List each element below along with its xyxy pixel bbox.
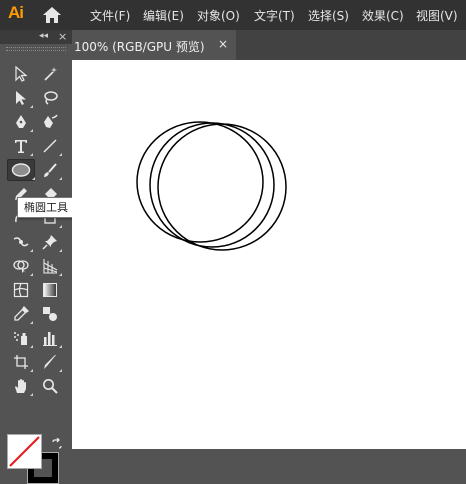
width-tool[interactable]	[9, 231, 33, 253]
blend-tool[interactable]	[38, 303, 62, 325]
curvature-tool[interactable]	[38, 111, 62, 133]
magic-wand-icon	[44, 67, 57, 81]
zoom-icon	[43, 379, 58, 394]
app-logo: Ai	[8, 3, 24, 22]
menu-effect[interactable]: 效果(C)	[362, 7, 404, 24]
document-tab[interactable]: 100% (RGB/GPU 预览) ×	[72, 30, 236, 60]
eyedropper-tool[interactable]	[9, 303, 33, 325]
close-panel-icon[interactable]: ×	[58, 30, 67, 43]
type-icon	[15, 140, 27, 153]
shape-builder-icon	[13, 260, 29, 273]
menu-edit[interactable]: 编辑(E)	[143, 7, 184, 24]
lasso-icon	[44, 91, 58, 105]
curvature-pen-icon	[44, 114, 58, 128]
pen-tool[interactable]	[9, 111, 33, 133]
panel-grip[interactable]	[6, 47, 66, 51]
menu-file[interactable]: 文件(F)	[90, 7, 130, 24]
hand-tool[interactable]	[9, 375, 33, 397]
none-color-icon	[9, 436, 40, 467]
swap-fill-stroke-icon[interactable]	[51, 435, 63, 449]
home-icon[interactable]	[41, 5, 63, 25]
bar-graph-icon	[43, 332, 57, 346]
ellipse-icon	[11, 163, 31, 177]
puppet-warp-tool[interactable]	[38, 231, 62, 253]
artboard-tool[interactable]	[9, 351, 33, 373]
symbol-sprayer-tool[interactable]	[9, 327, 33, 349]
ellipse-shape[interactable]	[136, 121, 264, 243]
blend-icon	[43, 307, 57, 321]
arrow-outline-icon	[15, 66, 28, 82]
column-graph-tool[interactable]	[38, 327, 62, 349]
magic-wand-tool[interactable]	[38, 63, 62, 85]
line-icon	[43, 139, 57, 153]
ellipse-tool[interactable]	[7, 159, 35, 181]
ellipse-shape[interactable]	[157, 123, 287, 251]
menu-bar: Ai 文件(F) 编辑(E) 对象(O) 文字(T) 选择(S) 效果(C) 视…	[0, 0, 466, 30]
document-tab-bar: 100% (RGB/GPU 预览) ×	[72, 30, 466, 60]
menu-object[interactable]: 对象(O)	[197, 7, 240, 24]
perspective-grid-icon	[43, 259, 58, 274]
slice-tool[interactable]	[38, 351, 62, 373]
lasso-tool[interactable]	[38, 87, 62, 109]
menu-type[interactable]: 文字(T)	[254, 7, 295, 24]
slice-knife-icon	[44, 355, 56, 369]
menu-view[interactable]: 视图(V)	[416, 7, 458, 24]
pen-icon	[16, 115, 26, 128]
pushpin-icon	[42, 235, 57, 250]
paintbrush-icon	[44, 163, 57, 177]
tools-panel-header: ◂◂ ×	[0, 30, 72, 44]
selection-tool[interactable]	[9, 63, 33, 85]
menu-select[interactable]: 选择(S)	[308, 7, 349, 24]
gradient-icon	[43, 283, 57, 297]
line-segment-tool[interactable]	[38, 135, 62, 157]
hand-icon	[15, 379, 26, 393]
zoom-tool[interactable]	[38, 375, 62, 397]
arrow-filled-icon	[16, 91, 26, 105]
document-tab-title: 100% (RGB/GPU 预览)	[74, 40, 205, 54]
tools-panel: ◂◂ ×	[0, 30, 72, 484]
shape-builder-tool[interactable]	[9, 255, 33, 277]
perspective-grid-tool[interactable]	[38, 255, 62, 277]
artboard-canvas[interactable]	[72, 60, 466, 449]
paintbrush-tool[interactable]	[38, 159, 62, 181]
direct-selection-tool[interactable]	[9, 87, 33, 109]
mesh-icon	[13, 282, 29, 298]
artboard-icon	[14, 355, 28, 369]
fill-swatch[interactable]	[7, 434, 42, 469]
symbol-sprayer-icon	[14, 332, 27, 345]
canvas-artwork	[136, 121, 287, 251]
eyedropper-icon	[14, 306, 29, 321]
close-tab-icon[interactable]: ×	[218, 37, 228, 51]
ellipse-shape[interactable]	[149, 122, 275, 248]
mesh-tool[interactable]	[9, 279, 33, 301]
type-tool[interactable]	[9, 135, 33, 157]
width-icon	[13, 237, 29, 247]
collapse-panel-icon[interactable]: ◂◂	[39, 31, 48, 41]
gradient-tool[interactable]	[38, 279, 62, 301]
